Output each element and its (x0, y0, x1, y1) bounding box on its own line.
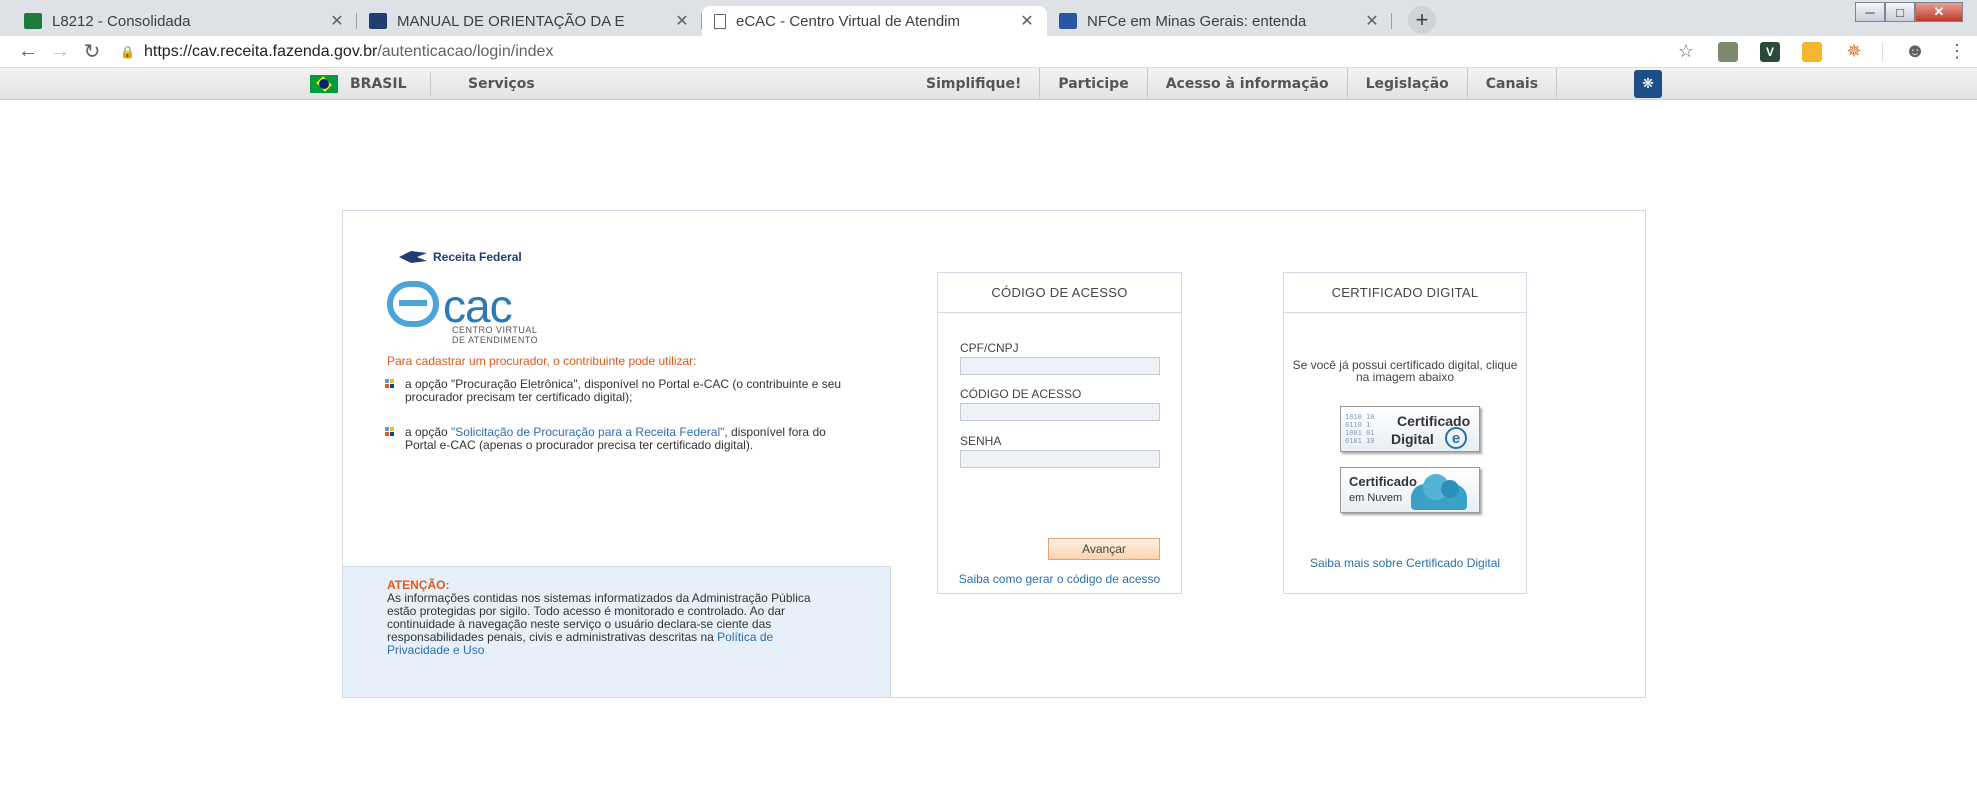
extension-v-icon[interactable]: V (1760, 41, 1780, 62)
back-arrow-icon[interactable]: ← (12, 40, 44, 63)
certificado-digital-button[interactable]: 1010 10 0110 1 1001 01 0101 10 Certificado … (1340, 406, 1480, 452)
brasil-label: BRASIL (350, 76, 407, 92)
maximize-icon[interactable]: □ (1885, 2, 1915, 22)
cpf-cnpj-label: CPF/CNPJ (960, 341, 1019, 355)
receita-federal-logo: Receita Federal (399, 249, 522, 265)
gov-links: Simplifique! Participe Acesso à informaç… (908, 68, 1558, 100)
profile-icon[interactable]: ☻ (1904, 40, 1925, 62)
binary-pattern-icon: 1010 10 0110 1 1001 01 0101 10 (1345, 413, 1375, 445)
gov-link-simplifique[interactable]: Simplifique! (908, 68, 1039, 100)
option-procuracao-eletronica: a opção "Procuração Eletrônica", disponí… (385, 377, 845, 404)
codigo-acesso-input[interactable] (960, 403, 1160, 421)
ecac-sub-line2: DE ATENDIMENTO (452, 335, 539, 345)
servicos-link[interactable]: Serviços (468, 68, 535, 100)
close-icon[interactable]: ✕ (1017, 11, 1037, 31)
forward-arrow-icon[interactable]: → (44, 40, 76, 63)
close-icon[interactable]: ✕ (1362, 11, 1382, 31)
menu-dots-icon[interactable]: ⋮ (1947, 41, 1967, 62)
new-tab-button[interactable]: + (1408, 6, 1436, 34)
procurador-intro: Para cadastrar um procurador, o contribu… (387, 354, 697, 368)
gov-bar: BRASIL Serviços Simplifique! Participe A… (0, 68, 1977, 100)
codigo-acesso-box: CÓDIGO DE ACESSO CPF/CNPJ CÓDIGO DE ACES… (937, 272, 1182, 594)
tab-title: MANUAL DE ORIENTAÇÃO DA E (397, 12, 625, 30)
ecac-subtitle: CENTRO VIRTUAL DE ATENDIMENTO (452, 325, 538, 345)
gov-divider (430, 72, 431, 96)
tab-title: NFCe em Minas Gerais: entenda (1087, 12, 1307, 30)
toolbar-divider (1882, 41, 1883, 62)
gov-link-acesso-informacao[interactable]: Acesso à informação (1146, 68, 1347, 100)
tab-l8212[interactable]: L8212 - Consolidada ✕ (12, 6, 357, 36)
certificado-digital-header: CERTIFICADO DIGITAL (1284, 273, 1526, 313)
rf-logo-text: Receita Federal (433, 250, 522, 264)
solicitacao-procuracao-link[interactable]: "Solicitação de Procuração para a Receit… (451, 425, 724, 439)
ecac-e-mark-icon (387, 281, 439, 327)
cert-digital-line2: Digital (1391, 431, 1434, 447)
gov-link-participe[interactable]: Participe (1039, 68, 1146, 100)
minimize-icon[interactable]: ─ (1855, 2, 1885, 22)
senha-label: SENHA (960, 434, 1002, 448)
nfce-favicon-icon (1059, 13, 1077, 29)
brasil-link[interactable]: BRASIL (310, 68, 407, 100)
ecac-sub-line1: CENTRO VIRTUAL (452, 325, 538, 335)
brazil-flag-favicon-icon (24, 13, 42, 29)
receita-favicon-icon (369, 13, 387, 29)
codigo-acesso-label: CÓDIGO DE ACESSO (960, 387, 1082, 401)
login-panel: Receita Federal cac CENTRO VIRTUAL DE AT… (342, 210, 1646, 698)
tab-nfce[interactable]: NFCe em Minas Gerais: entenda ✕ (1047, 6, 1392, 36)
bullet-icon (385, 427, 395, 437)
cpf-cnpj-input[interactable] (960, 357, 1160, 375)
bookmark-star-icon[interactable]: ☆ (1676, 41, 1696, 62)
info-column: Receita Federal cac CENTRO VIRTUAL DE AT… (343, 211, 891, 697)
extension-grid-icon[interactable] (1802, 41, 1822, 62)
attention-notice: ATENÇÃO: As informações contidas nos sis… (343, 566, 891, 697)
reload-icon[interactable]: ↻ (76, 39, 108, 64)
extension-flag-icon[interactable] (1718, 41, 1738, 62)
url-path: /autenticacao/login/index (377, 42, 554, 60)
window-controls: ─ □ ✕ (1855, 2, 1963, 22)
url-domain: https://cav.receita.fazenda.gov.br (144, 42, 378, 60)
browser-toolbar: ← → ↻ 🔒 https://cav.receita.fazenda.gov.… (0, 36, 1977, 68)
codigo-acesso-header: CÓDIGO DE ACESSO (938, 273, 1181, 313)
cert-nuvem-line1: Certificado (1349, 474, 1417, 489)
close-window-icon[interactable]: ✕ (1915, 2, 1963, 22)
close-icon[interactable]: ✕ (327, 11, 347, 31)
option-1-text: a opção "Procuração Eletrônica", disponí… (405, 377, 842, 404)
senha-input[interactable] (960, 450, 1160, 468)
e-circle-icon: e (1445, 427, 1467, 449)
avancar-button[interactable]: Avançar (1048, 538, 1160, 560)
option-2-prefix: a opção (405, 425, 452, 439)
bullet-icon (385, 379, 395, 389)
cloud-icon (1411, 474, 1467, 510)
gerar-codigo-link[interactable]: Saiba como gerar o código de acesso (938, 572, 1181, 586)
tab-ecac[interactable]: eCAC - Centro Virtual de Atendim ✕ (702, 6, 1047, 36)
browser-tab-strip: L8212 - Consolidada ✕ MANUAL DE ORIENTAÇ… (0, 0, 1977, 36)
gov-emblem-icon[interactable]: ❋ (1634, 70, 1662, 98)
saiba-mais-certificado-link[interactable]: Saiba mais sobre Certificado Digital (1284, 556, 1526, 570)
gov-link-legislacao[interactable]: Legislação (1346, 68, 1467, 100)
certificado-nuvem-button[interactable]: Certificado em Nuvem (1340, 467, 1480, 513)
extension-icons: ☆ V ✵ ☻ ⋮ (1654, 40, 1967, 62)
gov-link-canais[interactable]: Canais (1466, 68, 1558, 100)
tab-manual[interactable]: MANUAL DE ORIENTAÇÃO DA E ✕ (357, 6, 702, 36)
cert-nuvem-line2: em Nuvem (1349, 492, 1403, 504)
brazil-flag-icon (310, 75, 338, 93)
lock-icon: 🔒 (120, 44, 135, 59)
certificado-instructions: Se você já possui certificado digital, c… (1292, 358, 1518, 384)
tab-title: eCAC - Centro Virtual de Atendim (736, 12, 960, 30)
option-solicitacao-procuracao: a opção "Solicitação de Procuração para … (385, 425, 845, 452)
page-icon (714, 13, 726, 29)
attention-text: As informações contidas nos sistemas inf… (387, 592, 817, 657)
ecac-logo: cac (387, 280, 513, 332)
certificado-digital-box: CERTIFICADO DIGITAL Se você já possui ce… (1283, 272, 1527, 594)
ecac-word: cac (443, 280, 513, 332)
tab-title: L8212 - Consolidada (52, 12, 191, 30)
address-bar[interactable]: 🔒 https://cav.receita.fazenda.gov.br/aut… (120, 39, 1654, 65)
receita-federal-mark-icon (399, 251, 427, 263)
extension-star-icon[interactable]: ✵ (1844, 41, 1864, 62)
close-icon[interactable]: ✕ (672, 11, 692, 31)
